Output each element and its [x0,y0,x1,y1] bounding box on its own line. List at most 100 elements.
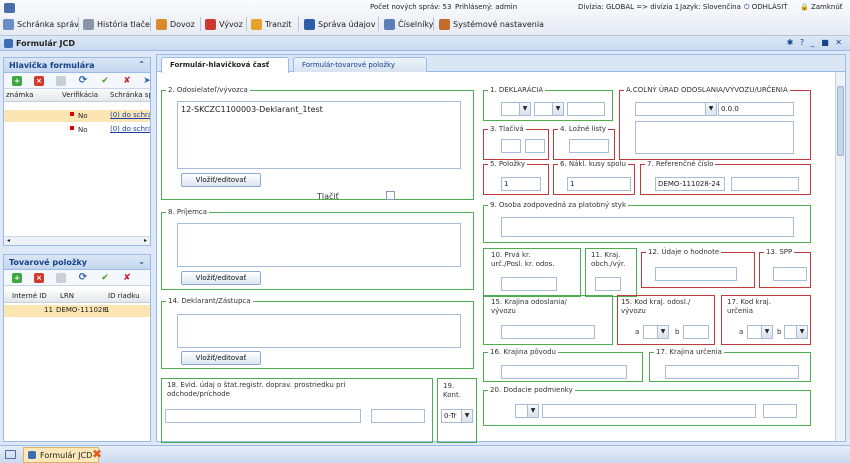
scroll-thumb[interactable] [837,86,844,156]
print-checkbox[interactable] [386,191,395,200]
add-icon[interactable]: + [12,273,22,283]
monitor-icon[interactable] [5,450,16,459]
destination-country-input[interactable] [665,365,799,379]
forms-input-2[interactable] [525,139,545,153]
header-panel: Hlavička formulára ⌃ + × ⟳ ✔ ✘ ➤ známka V… [3,57,151,246]
customs-office-code-input[interactable]: 0.0.0 [718,102,794,116]
logout-button[interactable]: ⏻ ODHLÁSIŤ [744,3,788,12]
sender-textarea[interactable]: 12-SKCZC1100003-Deklarant_1test [177,101,461,169]
form-area: Formulár-hlavičková časť Formulár-tovaro… [156,54,846,443]
delivery-terms-extra-input[interactable] [763,404,797,418]
reference-extra-input[interactable] [731,177,799,191]
nav-export[interactable]: Vývoz [205,16,243,33]
transport-id-input[interactable] [165,409,361,423]
delete-icon[interactable]: × [34,273,44,283]
add-icon[interactable]: + [12,76,22,86]
items-count-input[interactable]: 1 [501,177,541,191]
window-tools[interactable]: ✱ ? _ ■ ✕ [787,38,844,47]
status-red-icon [70,126,74,130]
chevron-down-icon: ▼ [657,326,668,338]
field-17-code-label: 17. Kod kraj. určenia [727,298,771,315]
chevron-down-icon[interactable]: ⌄ [138,257,145,266]
field-18-label: 18. Evid. údaj o štat.registr. doprav. p… [167,381,346,398]
nav-codebooks[interactable]: Číselníky [384,16,434,33]
field-15-code-label: 15. Kod kraj. odosl./vývozu [621,298,691,315]
form-vscrollbar[interactable] [835,72,845,441]
printer-icon [83,19,94,30]
logged-user-info: Prihlásený: admin [455,3,518,11]
verify-icon[interactable]: ✔ [100,76,110,86]
table-row[interactable]: No (0) do schrán [4,110,150,122]
sender-edit-button[interactable]: Vložiť/editovať [181,173,261,187]
delivery-terms-input[interactable] [542,404,756,418]
forms-input-1[interactable] [501,139,521,153]
close-icon[interactable]: ✖ [92,447,102,461]
nav-message-box[interactable]: Schránka správ [3,16,79,33]
cancel-icon[interactable]: ✘ [122,273,132,283]
declaration-type-select-1[interactable]: ▼ [501,102,531,116]
cap-input[interactable] [773,267,807,281]
trade-country-input[interactable] [595,277,621,291]
window-title: Formulár JCD [0,36,850,51]
tab-strip: Formulár-hlavičková časť Formulár-tovaro… [157,55,845,73]
nav-system-settings[interactable]: Systémové nastavenia [439,16,544,33]
nav-import[interactable]: Dovoz [156,16,195,33]
copy-icon[interactable] [56,76,66,86]
nav-data-management[interactable]: Správa údajov [304,16,375,33]
table-row[interactable]: 11 DEMO-111028 1 [4,305,150,317]
consignee-textarea[interactable] [177,223,461,267]
customs-office-select[interactable]: ▼ [635,102,717,116]
app-logo-icon [4,3,15,13]
division-info[interactable]: Divízia: GLOBAL => divízia 1 [578,3,679,11]
verify-icon[interactable]: ✔ [100,273,110,283]
table-row[interactable]: No (0) do schrán [4,124,150,136]
chevron-down-icon: ▼ [796,326,807,338]
declaration-type-select-2[interactable]: ▼ [534,102,564,116]
nav-print-history[interactable]: História tlače [83,16,150,33]
nav-transit[interactable]: Tranzit [251,16,292,33]
power-icon: ⏻ [744,3,750,11]
container-select[interactable]: 0-Tr ▼ [441,409,473,423]
header-panel-title: Hlavička formulára ⌃ [4,58,150,73]
chevron-down-icon: ▼ [519,103,530,115]
send-icon[interactable]: ➤ [142,76,152,86]
declaration-type-input[interactable] [567,102,605,116]
reference-number-input[interactable]: DEMO-111028-24 [655,177,725,191]
destination-code-b-select[interactable]: ▼ [784,325,808,339]
destination-code-a-select[interactable]: ▼ [747,325,773,339]
mailbox-icon [3,19,14,30]
declarant-edit-button[interactable]: Vložiť/editovať [181,351,261,365]
delete-icon[interactable]: × [34,76,44,86]
payment-person-input[interactable] [501,217,794,237]
loading-lists-input[interactable] [569,139,609,153]
delivery-terms-select[interactable]: ▼ [515,404,539,418]
chevron-down-icon: ▼ [552,103,563,115]
header-hscrollbar[interactable]: ◂ ▸ [4,236,150,245]
dispatch-country-input[interactable] [501,325,595,339]
chevron-down-icon: ▼ [527,405,538,417]
language-info[interactable]: Jazyk: Slovenčina [680,3,741,11]
transport-nationality-input[interactable] [371,409,425,423]
declarant-textarea[interactable] [177,314,461,348]
copy-icon[interactable] [56,273,66,283]
chevron-up-icon[interactable]: ⌃ [138,60,145,69]
lock-button[interactable]: 🔒 Zamknúť [800,3,843,11]
customs-office-textarea[interactable] [635,121,794,154]
dispatch-code-b-input[interactable] [683,325,709,339]
origin-country-input[interactable] [501,365,627,379]
consignee-edit-button[interactable]: Vložiť/editovať [181,271,261,285]
dispatch-code-b-label: b [675,328,680,336]
dispatch-code-a-select[interactable]: ▼ [643,325,669,339]
packages-count-input[interactable]: 1 [567,177,631,191]
items-panel: Tovarové položky ⌄ + × ⟳ ✔ ✘ Interné ID L… [3,254,151,442]
taskbar: Formulár JCD ✖ [0,445,850,463]
refresh-icon[interactable]: ⟳ [78,76,88,86]
tab-header-part[interactable]: Formulár-hlavičková časť [161,57,289,73]
header-toolbar: + × ⟳ ✔ ✘ ➤ [4,73,152,89]
destination-code-b-label: b [777,328,782,336]
refresh-icon[interactable]: ⟳ [78,273,88,283]
first-country-input[interactable] [501,277,557,291]
tab-goods-items[interactable]: Formulár-tovarové položky [293,57,427,72]
cancel-icon[interactable]: ✘ [122,76,132,86]
value-data-input[interactable] [655,267,737,281]
